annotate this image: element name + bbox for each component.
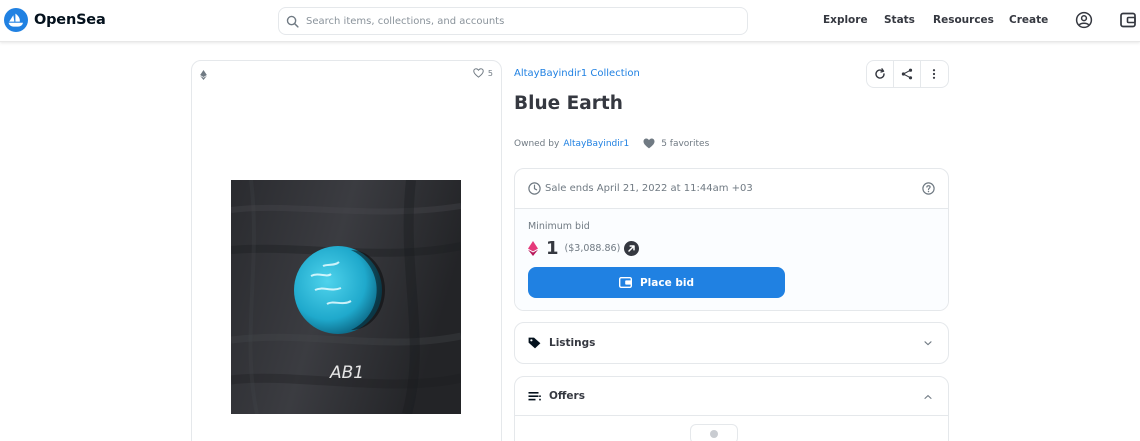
sale-panel: Sale ends April 21, 2022 at 11:44am +03 …	[514, 168, 949, 311]
refresh-icon	[875, 68, 885, 79]
nav-explore[interactable]: Explore	[823, 14, 868, 26]
asset-toolbar	[866, 60, 949, 88]
price-value: 1	[546, 238, 559, 259]
collection-link[interactable]: AltayBayindir1 Collection	[514, 68, 640, 79]
favorites-count: 5 favorites	[661, 138, 710, 149]
refresh-button[interactable]	[867, 61, 894, 87]
search-bar[interactable]	[278, 7, 748, 35]
place-bid-button[interactable]: Place bid	[528, 267, 785, 298]
offers-panel: Offers	[514, 376, 949, 441]
listings-label: Listings	[549, 337, 596, 349]
brand-name: OpenSea	[34, 12, 106, 28]
wallet-icon	[618, 277, 632, 288]
asset-image-card: 5 AB1	[191, 60, 502, 441]
favorite-toggle[interactable]: 5	[473, 68, 493, 78]
account-icon[interactable]	[1075, 11, 1093, 29]
heart-icon	[643, 138, 655, 149]
opensea-logo-icon	[4, 8, 28, 32]
external-link-icon[interactable]	[624, 241, 640, 256]
ownership-row: Owned by AltayBayindir1 5 favorites	[514, 138, 709, 149]
owner-link[interactable]: AltayBayindir1	[563, 139, 629, 149]
artist-signature: AB1	[329, 363, 364, 383]
nav-create[interactable]: Create	[1009, 14, 1048, 26]
wallet-icon[interactable]	[1119, 11, 1137, 29]
tag-icon	[528, 337, 541, 349]
ethereum-icon	[528, 241, 538, 256]
chevron-down-icon	[924, 341, 932, 346]
favorite-count: 5	[487, 68, 493, 78]
nav-stats[interactable]: Stats	[884, 14, 915, 26]
asset-title: Blue Earth	[514, 93, 623, 114]
sale-end-text: Sale ends April 21, 2022 at 11:44am +03	[545, 183, 753, 194]
search-icon	[286, 15, 299, 28]
nft-artwork-image[interactable]: AB1	[231, 180, 461, 414]
more-options-button[interactable]	[921, 61, 948, 87]
clock-icon	[528, 182, 541, 195]
sale-countdown-row: Sale ends April 21, 2022 at 11:44am +03	[515, 169, 948, 209]
offers-label[interactable]: Offers	[549, 390, 585, 402]
owned-by-label: Owned by	[514, 138, 560, 149]
loading-dot	[710, 430, 718, 438]
share-icon	[901, 68, 913, 80]
search-input[interactable]	[306, 15, 726, 27]
opensea-logo-link[interactable]: OpenSea	[4, 8, 106, 32]
place-bid-label: Place bid	[639, 276, 694, 289]
nav-resources[interactable]: Resources	[933, 14, 994, 26]
listings-panel-header[interactable]: Listings	[514, 322, 949, 364]
price-row: 1 ($3,088.86)	[528, 238, 640, 259]
list-icon	[528, 392, 541, 401]
bid-section: Minimum bid 1 ($3,088.86) Place bid	[515, 209, 948, 310]
heart-outline-icon	[473, 68, 484, 78]
top-navbar: OpenSea Explore Stats Resources Create	[0, 0, 1140, 42]
minimum-bid-label: Minimum bid	[528, 221, 590, 232]
share-button[interactable]	[894, 61, 921, 87]
usd-price: ($3,088.86)	[564, 243, 621, 254]
offers-loading-button[interactable]	[690, 424, 738, 441]
help-icon[interactable]	[922, 182, 935, 195]
chevron-up-icon[interactable]	[923, 392, 933, 402]
ethereum-icon	[200, 70, 207, 80]
more-icon	[933, 69, 936, 79]
divider	[515, 415, 948, 416]
